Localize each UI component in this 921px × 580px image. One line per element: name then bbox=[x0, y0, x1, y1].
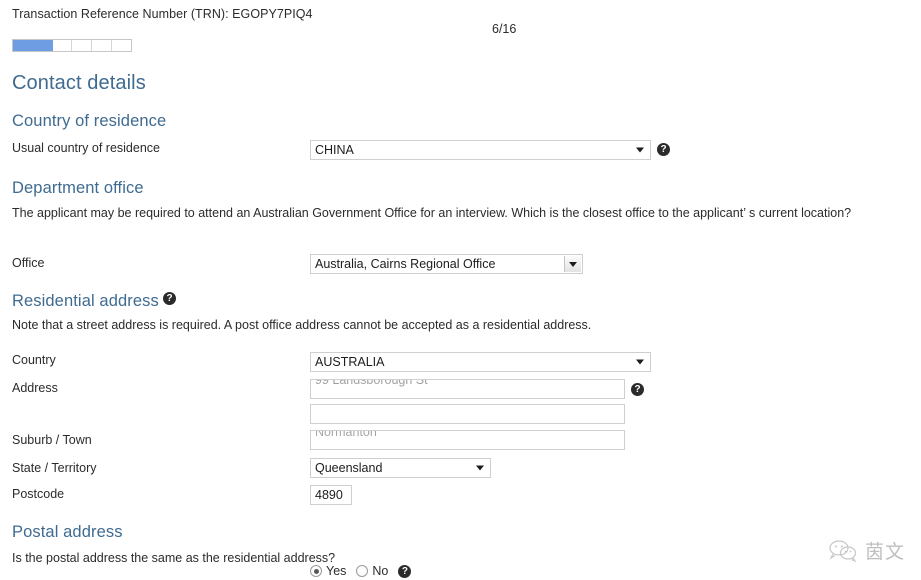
label-country: Country bbox=[12, 353, 56, 367]
label-office: Office bbox=[12, 256, 45, 270]
description-residential-address: Note that a street address is required. … bbox=[12, 318, 592, 332]
progress-segment bbox=[92, 40, 113, 51]
select-residential-country[interactable]: AUSTRALIA bbox=[310, 352, 651, 372]
radio-group-postal-same: Yes No ? bbox=[310, 564, 412, 578]
input-value-address-line-1: 99 Landsborough St bbox=[315, 380, 428, 387]
label-state-territory: State / Territory bbox=[12, 461, 97, 475]
radio-label-no[interactable]: No bbox=[372, 564, 388, 578]
section-title-country-of-residence: Country of residence bbox=[12, 112, 167, 130]
label-postcode: Postcode bbox=[12, 487, 65, 501]
select-usual-country-of-residence[interactable]: CHINA bbox=[310, 140, 651, 160]
section-title-contact-details: Contact details bbox=[12, 72, 146, 94]
select-state-territory[interactable]: Queensland bbox=[310, 458, 491, 478]
section-title-department-office: Department office bbox=[12, 179, 144, 197]
select-value-state-territory: Queensland bbox=[315, 461, 383, 475]
help-icon-country-of-residence[interactable]: ? bbox=[657, 143, 670, 156]
help-icon-address[interactable]: ? bbox=[631, 383, 644, 396]
watermark: 茵文 bbox=[828, 537, 905, 564]
description-department-office: The applicant may be required to attend … bbox=[12, 206, 852, 220]
input-suburb-town[interactable]: Normanton bbox=[310, 430, 625, 450]
chevron-down-icon bbox=[636, 359, 644, 365]
radio-postal-same-yes[interactable] bbox=[310, 565, 322, 577]
label-suburb-town: Suburb / Town bbox=[12, 433, 92, 447]
radio-postal-same-no[interactable] bbox=[356, 565, 369, 577]
help-icon-postal-address[interactable]: ? bbox=[398, 564, 412, 578]
input-value-postcode: 4890 bbox=[315, 488, 343, 502]
input-address-line-1[interactable]: 99 Landsborough St bbox=[310, 379, 625, 399]
form-page: Transaction Reference Number (TRN): EGOP… bbox=[0, 0, 921, 580]
progress-fill bbox=[13, 40, 54, 51]
question-postal-same-as-residential: Is the postal address the same as the re… bbox=[12, 551, 336, 565]
progress-bar bbox=[12, 39, 132, 52]
select-value-country-of-residence: CHINA bbox=[315, 143, 354, 157]
progress-segment bbox=[72, 40, 93, 51]
wechat-icon bbox=[829, 539, 857, 562]
section-title-residential-address: Residential address bbox=[12, 292, 159, 310]
section-title-postal-address: Postal address bbox=[12, 523, 123, 541]
label-address: Address bbox=[12, 381, 58, 395]
select-office[interactable]: Australia, Cairns Regional Office bbox=[310, 254, 583, 274]
input-postcode[interactable]: 4890 bbox=[310, 485, 352, 505]
chevron-down-icon bbox=[636, 147, 644, 153]
select-value-residential-country: AUSTRALIA bbox=[315, 355, 385, 369]
radio-label-yes[interactable]: Yes bbox=[326, 564, 346, 578]
input-address-line-2[interactable] bbox=[310, 404, 625, 424]
progress-segment bbox=[53, 40, 73, 51]
page-counter: 6/16 bbox=[492, 22, 517, 36]
label-usual-country-of-residence: Usual country of residence bbox=[12, 141, 160, 155]
watermark-text: 茵文 bbox=[864, 541, 905, 563]
dropdown-button-office[interactable] bbox=[564, 256, 581, 272]
select-value-office: Australia, Cairns Regional Office bbox=[315, 257, 496, 271]
chevron-down-icon bbox=[476, 465, 484, 471]
progress-segment bbox=[112, 40, 131, 51]
transaction-reference-number: Transaction Reference Number (TRN): EGOP… bbox=[12, 7, 313, 21]
chevron-down-icon bbox=[569, 261, 577, 267]
help-icon-residential-address[interactable]: ? bbox=[163, 292, 176, 305]
input-value-suburb-town: Normanton bbox=[315, 431, 377, 439]
